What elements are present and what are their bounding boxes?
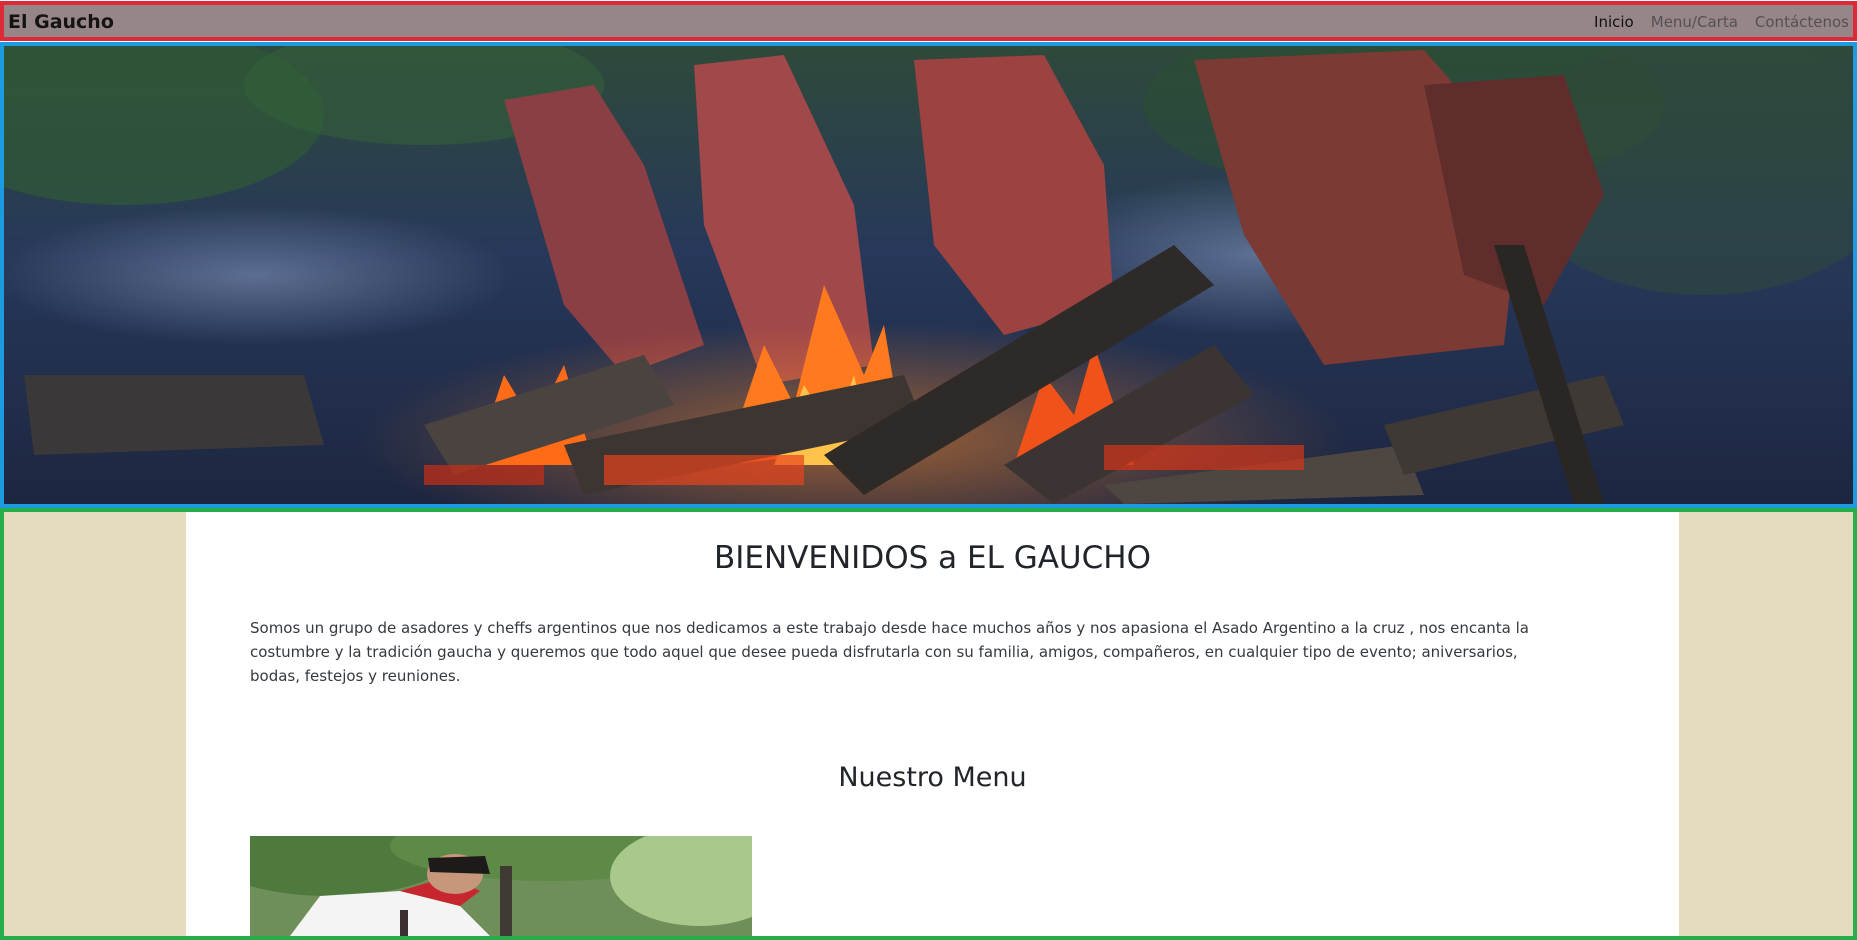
intro-paragraph: Somos un grupo de asadores y cheffs arge… [250, 619, 1529, 685]
content-container: BIENVENIDOS a EL GAUCHO Somos un grupo d… [186, 512, 1679, 936]
hero-image [4, 45, 1853, 504]
brand-logo[interactable]: El Gaucho [8, 11, 114, 33]
main-section: BIENVENIDOS a EL GAUCHO Somos un grupo d… [4, 512, 1853, 936]
navbar: El Gaucho Inicio Menu/Carta Contáctenos [0, 4, 1857, 39]
menu-image [250, 836, 752, 936]
nav-link-inicio[interactable]: Inicio [1594, 13, 1634, 31]
page: El Gaucho Inicio Menu/Carta Contáctenos [0, 0, 1857, 940]
nav-link-menu-carta[interactable]: Menu/Carta [1651, 13, 1738, 31]
menu-section-title: Nuestro Menu [838, 762, 1027, 793]
nav-link-contactenos[interactable]: Contáctenos [1755, 13, 1849, 31]
nav-links: Inicio Menu/Carta Contáctenos [1594, 13, 1849, 31]
welcome-title: BIENVENIDOS a EL GAUCHO [714, 540, 1151, 576]
